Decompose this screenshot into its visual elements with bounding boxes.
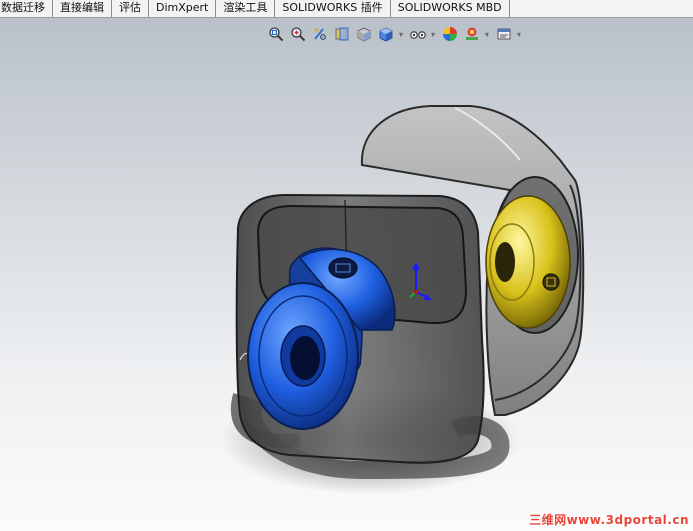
yellow-flange[interactable]	[485, 195, 571, 329]
site-watermark: 三维网www.3dportal.cn	[529, 513, 689, 527]
graphics-viewport[interactable]	[0, 0, 693, 531]
